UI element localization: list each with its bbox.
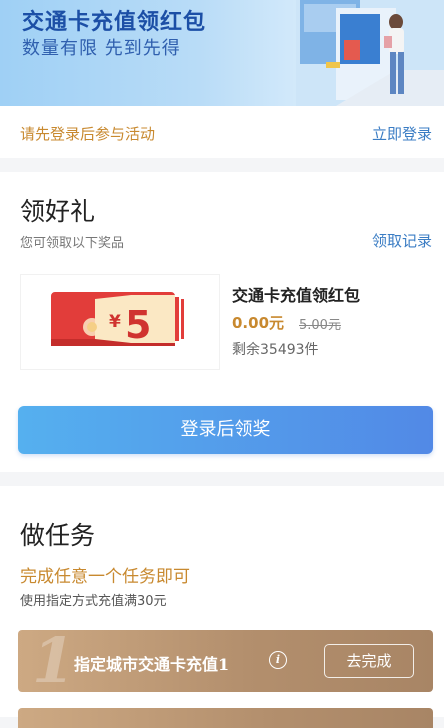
login-now-link[interactable]: 立即登录 (372, 123, 432, 144)
gift-section-desc: 您可领取以下奖品 (20, 236, 125, 251)
task-index: 1 (32, 630, 76, 692)
info-icon[interactable]: i (269, 651, 287, 669)
login-to-claim-button[interactable]: 登录后领奖 (18, 406, 433, 454)
login-tip: 请先登录后参与活动 (20, 125, 156, 143)
prize-image: ¥ 5 (20, 274, 220, 370)
banner-illustration (296, 0, 444, 106)
gift-section: 领好礼 您可领取以下奖品 领取记录 ¥ 5 交通卡充值领红包 0.00元 5.0… (0, 172, 444, 472)
red-envelope-coupon-icon: ¥ 5 (51, 292, 184, 347)
banner-title: 交通卡充值领红包 (22, 10, 207, 35)
prize-remaining: 剩余35493件 (232, 342, 319, 358)
go-complete-button[interactable]: 去完成 (324, 644, 414, 678)
login-bar: 请先登录后参与活动 立即登录 (0, 106, 444, 158)
banner-subtitle: 数量有限 先到先得 (22, 38, 181, 59)
task-hint: 完成任意一个任务即可 (20, 567, 190, 587)
promo-banner: 交通卡充值领红包 数量有限 先到先得 (0, 0, 444, 106)
task-section-title: 做任务 (20, 521, 96, 550)
task-section: 做任务 完成任意一个任务即可 使用指定方式充值满30元 1 指定城市交通卡充值1… (0, 486, 444, 728)
claim-record-link[interactable]: 领取记录 (372, 230, 432, 251)
prize-price: 0.00元 (232, 314, 285, 332)
task-card-partial (18, 708, 433, 728)
prize-currency-symbol: ¥ (109, 312, 121, 332)
task-name: 指定城市交通卡充值1 (74, 655, 230, 674)
prize-name: 交通卡充值领红包 (232, 286, 361, 305)
gift-section-title: 领好礼 (20, 197, 96, 226)
task-rule: 使用指定方式充值满30元 (20, 594, 167, 609)
prize-original-price: 5.00元 (299, 318, 341, 333)
prize-amount: 5 (125, 303, 151, 347)
task-card: 1 指定城市交通卡充值1 i 去完成 (18, 630, 433, 692)
